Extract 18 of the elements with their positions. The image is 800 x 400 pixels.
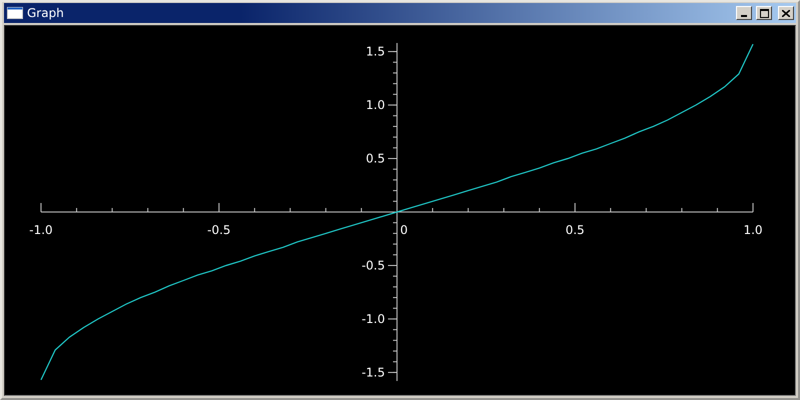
tick-label: 0.5: [565, 223, 585, 237]
tick-label: -0.5: [362, 258, 385, 272]
close-button[interactable]: [778, 6, 794, 20]
close-icon: [782, 10, 790, 16]
tick-label: -1.0: [362, 312, 385, 326]
tick-label: -1.0: [29, 223, 53, 237]
minimize-button[interactable]: [736, 6, 752, 20]
tick-label: 0.5: [366, 152, 385, 166]
window-icon: [7, 7, 23, 19]
tick-label: 1.0: [743, 223, 763, 237]
tick-label: 1.0: [366, 98, 385, 112]
window-title: Graph: [27, 6, 65, 20]
tick-label: -0.5: [207, 223, 231, 237]
maximize-icon: [760, 8, 768, 18]
maximize-button[interactable]: [756, 6, 772, 20]
tick-label: 1.5: [366, 44, 385, 59]
tick-label: 0: [400, 223, 408, 237]
tick-label: -1.5: [362, 365, 385, 380]
